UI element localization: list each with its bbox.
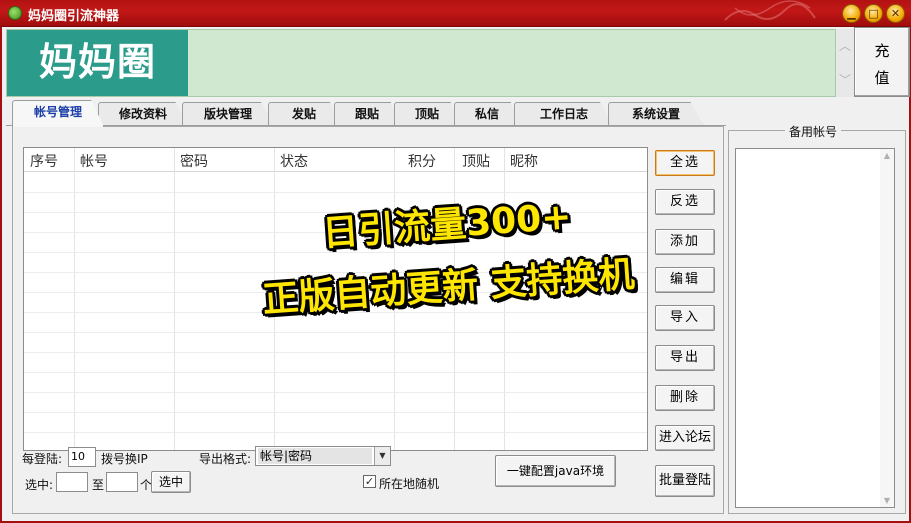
minimize-button[interactable]: ▁ <box>842 4 861 23</box>
select-range-button[interactable]: 选中 <box>151 471 191 493</box>
select-from-input[interactable] <box>56 472 88 492</box>
recharge-label-2: 值 <box>874 69 890 87</box>
configure-java-button[interactable]: 一键配置java环境 <box>495 455 616 487</box>
export-format-label: 导出格式: <box>199 452 252 466</box>
scroll-down-icon[interactable]: ﹀ <box>836 63 854 97</box>
select-range-label: 选中: <box>25 478 54 492</box>
export-format-select[interactable]: 帐号|密码 ▼ <box>255 446 391 466</box>
tab-bump[interactable]: 顶贴 <box>394 102 460 126</box>
grid-row-line <box>24 432 647 433</box>
table-header: 序号 帐号 密码 状态 积分 顶贴 昵称 <box>24 148 647 172</box>
backup-scrollbar[interactable]: ▲ ▼ <box>880 149 894 507</box>
enter-forum-button[interactable]: 进入论坛 <box>655 425 715 451</box>
add-button[interactable]: 添加 <box>655 229 715 255</box>
tab-message[interactable]: 私信 <box>454 102 520 126</box>
backup-accounts-title: 备用帐号 <box>785 123 842 140</box>
grid-row-line <box>24 412 647 413</box>
title-bar: 妈妈圈引流神器 ▁ □ ✕ <box>0 0 911 27</box>
scroll-down-icon[interactable]: ▼ <box>880 496 894 505</box>
dial-ip-label: 拨号换IP <box>101 452 148 466</box>
tab-system-settings[interactable]: 系统设置 <box>608 102 704 126</box>
banner-scrollbar[interactable]: ︿ ﹀ <box>836 29 854 97</box>
export-button[interactable]: 导出 <box>655 345 715 371</box>
select-to-input[interactable] <box>106 472 138 492</box>
random-location-label: 所在地随机 <box>379 477 440 491</box>
maximize-button[interactable]: □ <box>864 4 883 23</box>
recharge-label-1: 充 <box>874 42 890 60</box>
account-panel: 序号 帐号 密码 状态 积分 顶贴 昵称 全选 反选 添加 编辑 导入 导出 删… <box>12 126 724 514</box>
to-label: 至 <box>92 478 105 492</box>
tab-post[interactable]: 发贴 <box>268 102 340 126</box>
col-bumps[interactable]: 顶贴 <box>462 151 490 171</box>
col-nickname[interactable]: 昵称 <box>510 151 538 171</box>
scroll-up-icon[interactable]: ︿ <box>836 29 854 63</box>
edit-button[interactable]: 编辑 <box>655 267 715 293</box>
import-button[interactable]: 导入 <box>655 305 715 331</box>
grid-row-line <box>24 392 647 393</box>
tab-account-management[interactable]: 帐号管理 <box>12 100 104 127</box>
batch-login-button[interactable]: 批量登陆 <box>655 465 715 497</box>
grid-row-line <box>24 332 647 333</box>
select-all-button[interactable]: 全选 <box>655 150 715 176</box>
banner: 妈妈圈 <box>6 29 836 97</box>
recharge-button[interactable]: 充 值 <box>854 27 910 97</box>
close-button[interactable]: ✕ <box>886 4 905 23</box>
backup-accounts-list[interactable]: ▲ ▼ <box>735 148 895 508</box>
tab-reply[interactable]: 跟贴 <box>334 102 400 126</box>
title-decoration <box>724 0 816 21</box>
per-login-label: 每登陆: <box>22 452 63 466</box>
grid-row-line <box>24 352 647 353</box>
backup-accounts-group: 备用帐号 ▲ ▼ <box>728 123 906 514</box>
tab-strip: 帐号管理 修改资料 版块管理 发贴 跟贴 顶贴 私信 工作日志 系统设置 <box>12 100 712 127</box>
col-points[interactable]: 积分 <box>408 151 436 171</box>
chevron-down-icon[interactable]: ▼ <box>374 447 390 465</box>
random-location-checkbox[interactable]: ✓ <box>363 475 376 488</box>
scroll-up-icon[interactable]: ▲ <box>880 151 894 160</box>
col-password[interactable]: 密码 <box>180 151 208 171</box>
col-account[interactable]: 帐号 <box>80 151 108 171</box>
app-logo: 妈妈圈 <box>7 30 188 96</box>
delete-button[interactable]: 删除 <box>655 385 715 411</box>
tab-board-management[interactable]: 版块管理 <box>182 102 274 126</box>
grid-divider <box>174 148 175 450</box>
export-format-value: 帐号|密码 <box>258 448 372 464</box>
invert-selection-button[interactable]: 反选 <box>655 189 715 215</box>
per-login-input[interactable]: 10 <box>68 447 96 467</box>
col-status[interactable]: 状态 <box>280 151 308 171</box>
grid-divider <box>74 148 75 450</box>
col-index[interactable]: 序号 <box>30 151 58 171</box>
app-icon <box>8 6 22 20</box>
tab-edit-profile[interactable]: 修改资料 <box>98 102 188 126</box>
window-title: 妈妈圈引流神器 <box>28 9 120 24</box>
tab-work-log[interactable]: 工作日志 <box>514 102 614 126</box>
grid-row-line <box>24 372 647 373</box>
